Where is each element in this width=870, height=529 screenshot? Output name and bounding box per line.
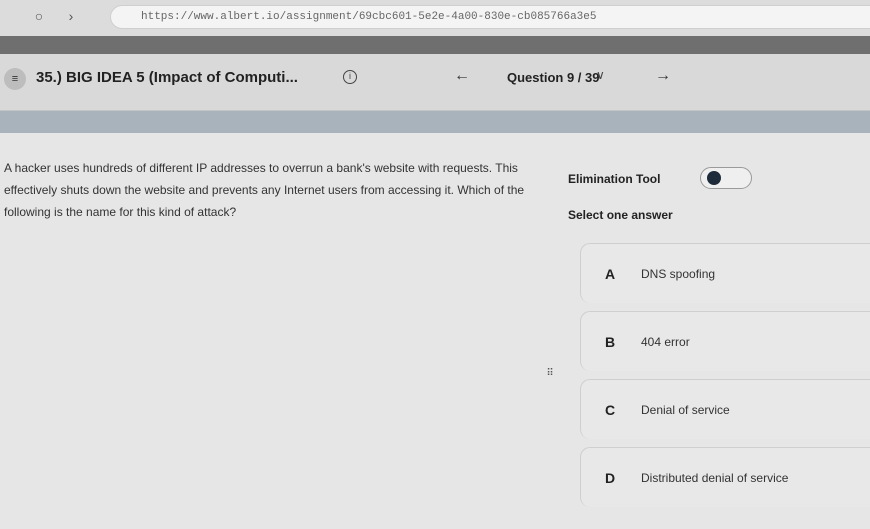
option-letter: D bbox=[605, 470, 616, 486]
option-text: DNS spoofing bbox=[641, 267, 716, 281]
question-prompt: A hacker uses hundreds of different IP a… bbox=[4, 161, 525, 219]
elimination-toggle[interactable] bbox=[700, 167, 752, 189]
option-text: 404 error bbox=[641, 335, 690, 349]
option-text: Denial of service bbox=[641, 403, 730, 417]
select-answer-label: Select one answer bbox=[568, 208, 673, 222]
browser-band bbox=[0, 36, 870, 54]
question-counter[interactable]: Question 9 / 39 bbox=[507, 70, 599, 85]
page-title: 35.) BIG IDEA 5 (Impact of Computi... bbox=[36, 69, 298, 86]
next-question-icon[interactable]: → bbox=[655, 67, 671, 85]
option-letter: B bbox=[605, 334, 616, 350]
address-bar[interactable]: https://www.albert.io/assignment/69cbc60… bbox=[110, 5, 870, 29]
question-panel: A hacker uses hundreds of different IP a… bbox=[0, 133, 870, 529]
forward-arrow-icon[interactable]: › bbox=[62, 7, 80, 25]
quiz-header: ≡ 35.) BIG IDEA 5 (Impact of Computi... … bbox=[0, 54, 870, 111]
toggle-knob bbox=[707, 171, 721, 185]
answer-option-a[interactable]: A DNS spoofing bbox=[580, 243, 870, 303]
elimination-tool-label: Elimination Tool bbox=[568, 172, 661, 186]
browser-toolbar: ○ › https://www.albert.io/assignment/69c… bbox=[0, 0, 870, 37]
prev-question-icon[interactable]: ← bbox=[454, 67, 470, 85]
drag-handle-icon[interactable]: ⠿ bbox=[543, 366, 557, 382]
info-icon[interactable]: i bbox=[343, 70, 357, 84]
answer-option-b[interactable]: B 404 error bbox=[580, 311, 870, 371]
menu-icon[interactable]: ≡ bbox=[4, 68, 26, 90]
option-letter: C bbox=[605, 402, 616, 418]
back-arrow-icon[interactable]: ○ bbox=[30, 7, 48, 25]
option-text: Distributed denial of service bbox=[641, 471, 789, 485]
option-letter: A bbox=[605, 266, 616, 282]
chevron-down-icon[interactable]: ∨ bbox=[596, 68, 605, 82]
answer-option-d[interactable]: D Distributed denial of service bbox=[580, 447, 870, 507]
header-band bbox=[0, 111, 870, 133]
answer-option-c[interactable]: C Denial of service bbox=[580, 379, 870, 439]
